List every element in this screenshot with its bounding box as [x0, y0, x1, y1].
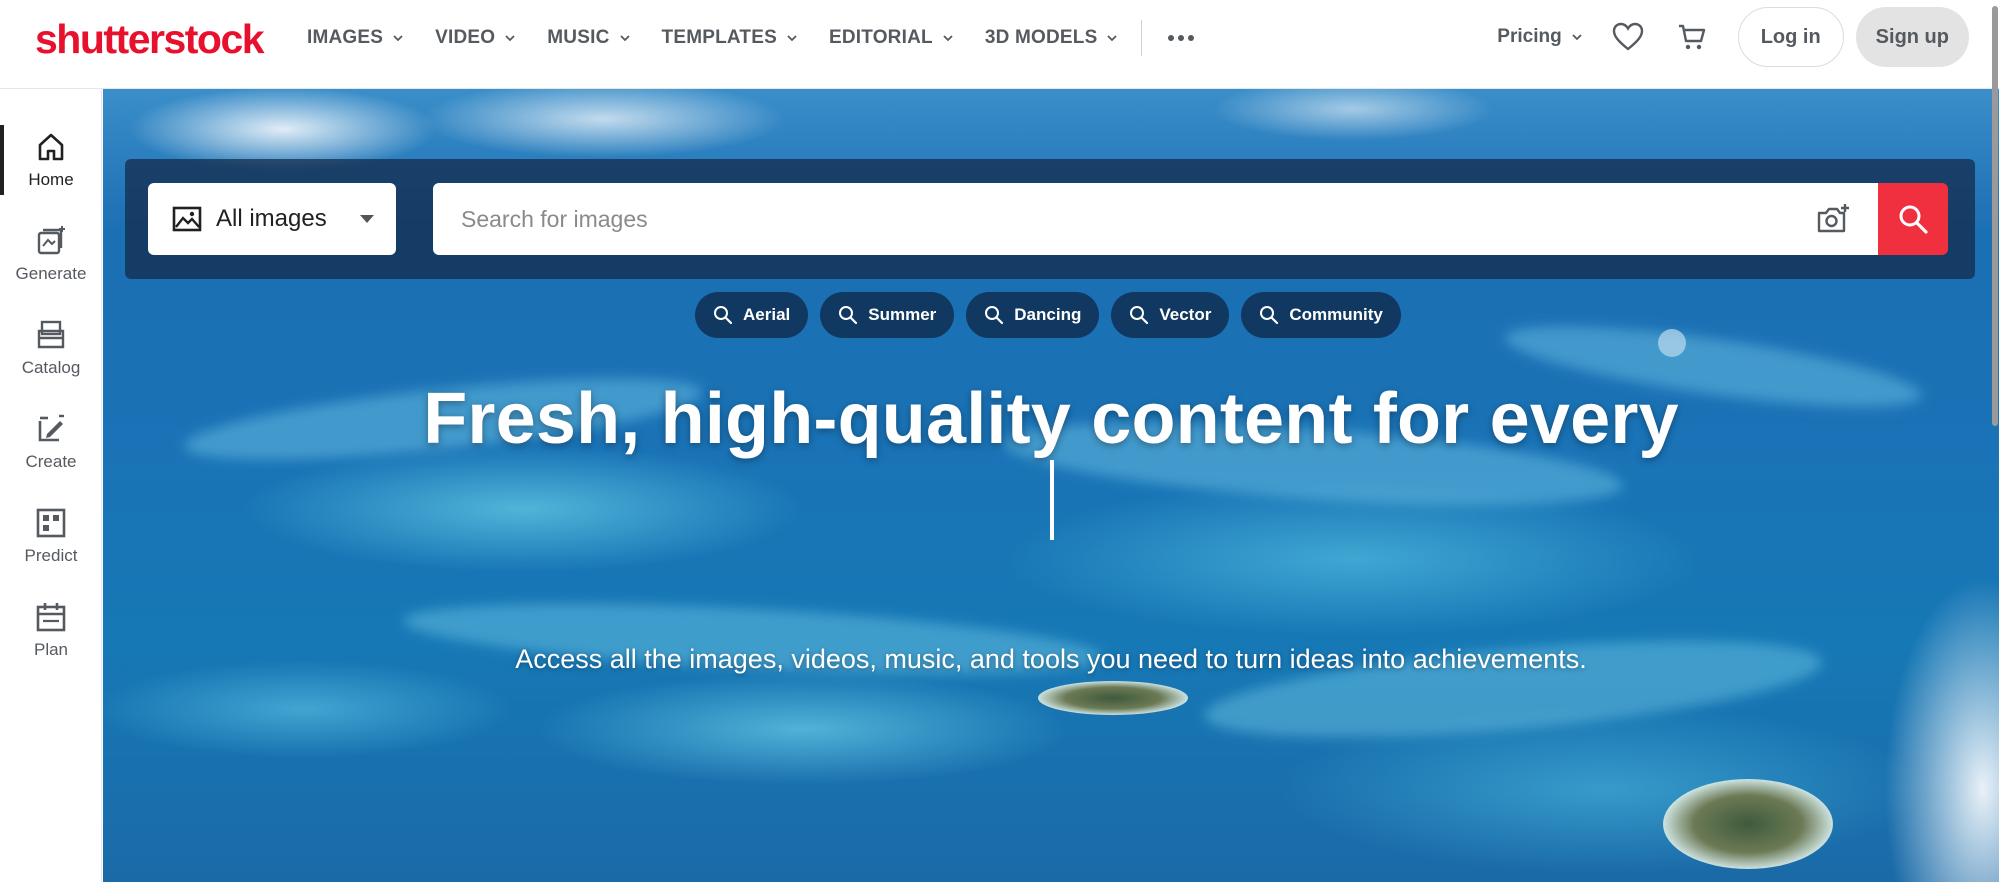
sidebar-item-home[interactable]: Home: [0, 120, 102, 200]
search-icon: [985, 306, 1004, 325]
header-actions: Pricing Log in Sign up: [1497, 6, 1969, 68]
sign-up-button[interactable]: Sign up: [1855, 7, 1969, 67]
pricing-menu[interactable]: Pricing: [1497, 26, 1583, 48]
chip-summer[interactable]: Summer: [820, 292, 955, 338]
chip-dancing[interactable]: Dancing: [966, 292, 1100, 338]
top-navigation-bar: shutterstock IMAGES VIDEO MUSIC TEMPLATE…: [0, 0, 1999, 89]
search-icon: [839, 306, 858, 325]
sidebar-item-plan[interactable]: Plan: [0, 590, 102, 670]
nav-video[interactable]: VIDEO: [435, 27, 517, 49]
nav-video-label: VIDEO: [435, 27, 496, 48]
chevron-down-icon: [505, 35, 515, 42]
water-texture: [1200, 622, 1826, 756]
nav-music[interactable]: MUSIC: [547, 27, 631, 49]
chip-label: Dancing: [1014, 305, 1082, 324]
nav-3d-models[interactable]: 3D MODELS: [985, 27, 1120, 49]
search-icon: [1899, 205, 1928, 234]
nav-images-label: IMAGES: [307, 27, 384, 48]
chip-label: Aerial: [743, 305, 791, 324]
heart-icon[interactable]: [1610, 19, 1646, 55]
catalog-icon: [37, 320, 65, 349]
nav-templates[interactable]: TEMPLATES: [662, 27, 799, 49]
nav-editorial[interactable]: EDITORIAL: [829, 27, 955, 49]
sidebar-item-generate[interactable]: Generate: [0, 214, 102, 294]
image-icon: [172, 206, 202, 232]
search-icon: [1260, 306, 1279, 325]
sidebar-item-label: Predict: [24, 546, 78, 565]
sidebar-item-label: Create: [25, 452, 77, 471]
caret-down-icon: [360, 215, 374, 223]
sidebar-item-label: Plan: [33, 640, 69, 659]
chip-community[interactable]: Community: [1241, 292, 1401, 338]
chip-vector[interactable]: Vector: [1111, 292, 1230, 338]
generate-icon: [37, 226, 65, 255]
plan-icon: [36, 603, 66, 632]
chevron-down-icon: [787, 35, 797, 42]
search-input[interactable]: [433, 183, 1813, 255]
camera-search-icon[interactable]: [1816, 203, 1850, 235]
cart-icon[interactable]: [1674, 19, 1710, 55]
nav-images[interactable]: IMAGES: [307, 27, 405, 49]
nav-divider: [1141, 20, 1143, 56]
home-icon: [38, 133, 64, 161]
island-image: [1038, 681, 1188, 715]
pricing-label: Pricing: [1497, 26, 1562, 47]
island-image: [1663, 779, 1833, 869]
sidebar-item-create[interactable]: Create: [0, 402, 102, 482]
log-in-button[interactable]: Log in: [1737, 7, 1844, 67]
sidebar-item-label: Catalog: [21, 358, 81, 377]
nav-editorial-label: EDITORIAL: [828, 27, 933, 48]
nav-music-label: MUSIC: [547, 27, 610, 48]
hero-headline: Fresh, high-quality content for every: [423, 379, 1679, 459]
scrollbar-thumb[interactable]: [1992, 6, 1998, 426]
hero-subheadline: Access all the images, videos, music, an…: [515, 644, 1587, 674]
chevron-down-icon: [1107, 35, 1118, 42]
chip-label: Community: [1289, 305, 1383, 324]
text-cursor: [1050, 460, 1054, 540]
chevron-down-icon: [1572, 34, 1582, 41]
chip-label: Vector: [1159, 305, 1212, 324]
chevron-down-icon: [619, 35, 630, 42]
more-horizontal-icon[interactable]: [1168, 35, 1195, 41]
search-icon: [714, 306, 733, 325]
image-type-dropdown[interactable]: All images: [148, 183, 396, 255]
hero-banner: All images Aerial Summer Dancing Vector: [103, 89, 1999, 882]
suggestion-chips: Aerial Summer Dancing Vector Community: [695, 292, 1413, 338]
shutterstock-logo[interactable]: shutterstock: [35, 16, 265, 63]
nav-templates-label: TEMPLATES: [661, 27, 777, 48]
chip-label: Summer: [868, 305, 937, 324]
scrollbar[interactable]: [1991, 0, 1999, 882]
search-panel: All images: [125, 159, 1975, 279]
chevron-down-icon: [943, 35, 953, 42]
predict-icon: [36, 508, 66, 538]
sidebar-item-label: Generate: [15, 264, 87, 283]
image-type-label: All images: [216, 205, 327, 232]
nav-3d-models-label: 3D MODELS: [984, 27, 1098, 48]
search-icon: [1130, 306, 1149, 325]
chevron-down-icon: [393, 35, 403, 42]
chip-aerial[interactable]: Aerial: [695, 292, 809, 338]
sidebar-item-predict[interactable]: Predict: [0, 496, 102, 576]
search-box: [433, 183, 1878, 255]
sidebar-item-label: Home: [28, 170, 74, 189]
pointer-dot: [1658, 329, 1686, 357]
left-sidebar: Home Generate Catalog Create Predict Pla…: [0, 89, 102, 882]
main-nav: IMAGES VIDEO MUSIC TEMPLATES EDITORIAL 3…: [307, 0, 1195, 76]
sidebar-item-catalog[interactable]: Catalog: [0, 308, 102, 388]
create-icon: [38, 414, 64, 442]
search-button[interactable]: [1878, 183, 1948, 255]
